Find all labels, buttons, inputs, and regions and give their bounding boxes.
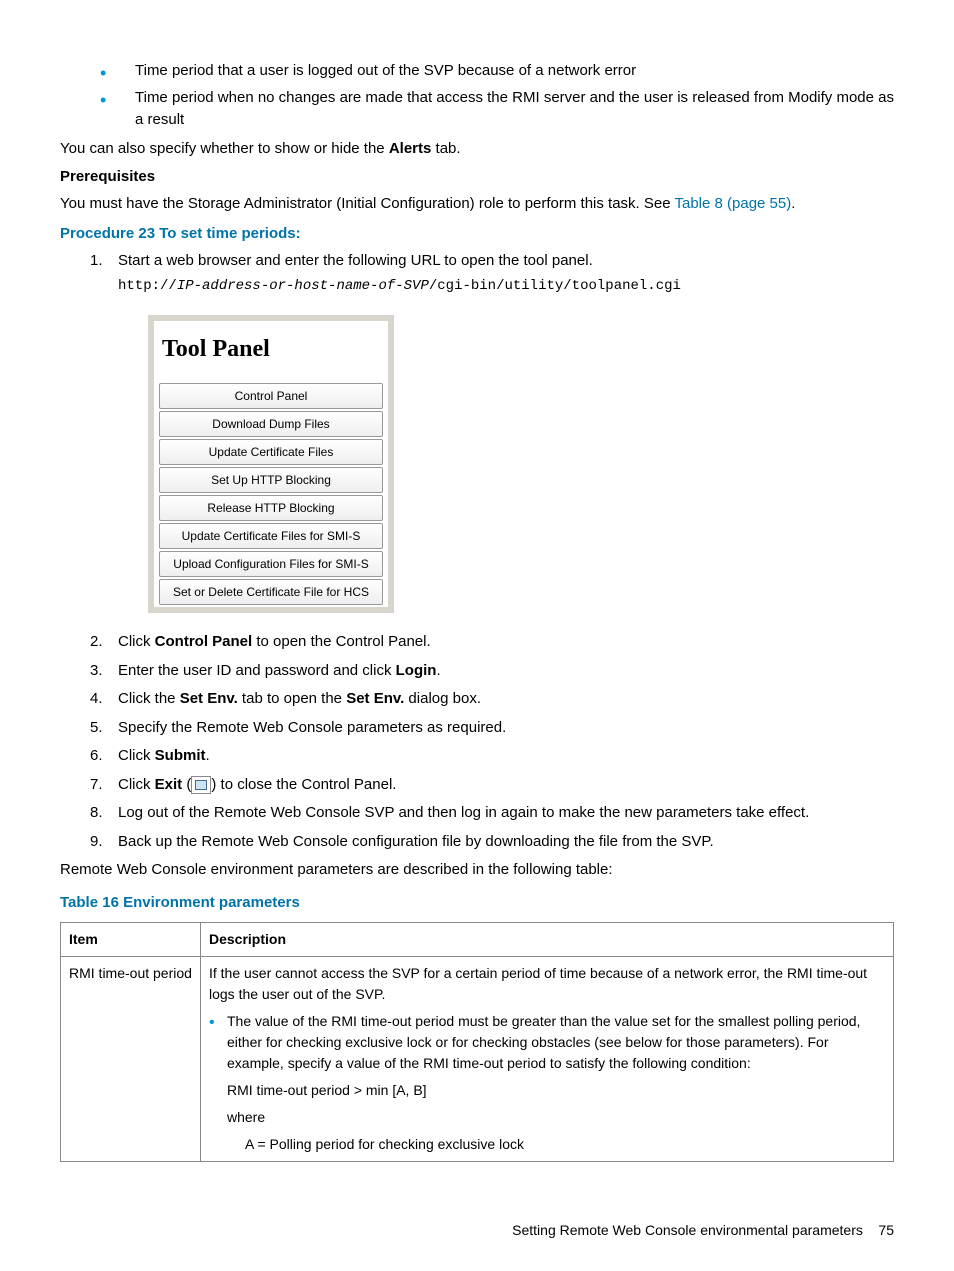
url-part: /cgi-bin/utility/toolpanel.cgi	[429, 278, 681, 294]
desc-paragraph: If the user cannot access the SVP for a …	[209, 963, 885, 1005]
procedure-heading: Procedure 23 To set time periods:	[60, 223, 894, 246]
text: Click	[118, 633, 155, 650]
procedure-steps: Start a web browser and enter the follow…	[90, 250, 894, 854]
step-text: Start a web browser and enter the follow…	[118, 252, 593, 269]
url-variable: IP-address-or-host-name-of-SVP	[177, 278, 429, 294]
tp-setup-http-button[interactable]: Set Up HTTP Blocking	[159, 467, 383, 493]
intro-paragraph: You can also specify whether to show or …	[60, 138, 894, 161]
footer-text: Setting Remote Web Console environmental…	[512, 1222, 863, 1238]
table-row: RMI time-out period If the user cannot a…	[61, 957, 894, 1162]
step-7: Click Exit ( ) to close the Control Panel…	[90, 774, 894, 797]
desc-line: RMI time-out period > min [A, B]	[227, 1080, 885, 1101]
outro-paragraph: Remote Web Console environment parameter…	[60, 859, 894, 882]
prerequisites-heading: Prerequisites	[60, 166, 894, 189]
tp-control-panel-button[interactable]: Control Panel	[159, 383, 383, 409]
prerequisites-text: You must have the Storage Administrator …	[60, 193, 894, 216]
tp-update-cert-smis-button[interactable]: Update Certificate Files for SMI-S	[159, 523, 383, 549]
col-item-header: Item	[61, 923, 201, 957]
tp-release-http-button[interactable]: Release HTTP Blocking	[159, 495, 383, 521]
step-6: Click Submit.	[90, 745, 894, 768]
text: dialog box.	[404, 690, 481, 707]
intro-bullet-list: Time period that a user is logged out of…	[100, 60, 894, 132]
step-4: Click the Set Env. tab to open the Set E…	[90, 688, 894, 711]
text: to open the Control Panel.	[252, 633, 430, 650]
bullet-item: Time period that a user is logged out of…	[100, 60, 894, 83]
url-example: http://IP-address-or-host-name-of-SVP/cg…	[118, 276, 894, 297]
text: tab.	[431, 140, 460, 157]
environment-parameters-table: Item Description RMI time-out period If …	[60, 922, 894, 1162]
step-9: Back up the Remote Web Console configura…	[90, 831, 894, 854]
text: .	[436, 662, 440, 679]
table-caption: Table 16 Environment parameters	[60, 892, 894, 915]
exit-icon	[191, 776, 211, 794]
bold: Control Panel	[155, 633, 253, 650]
bold: Submit	[155, 747, 206, 764]
tp-cert-hcs-button[interactable]: Set or Delete Certificate File for HCS	[159, 579, 383, 605]
text: Click	[118, 776, 155, 793]
text: .	[791, 195, 795, 212]
text: Click	[118, 747, 155, 764]
tp-upload-config-smis-button[interactable]: Upload Configuration Files for SMI-S	[159, 551, 383, 577]
tool-panel: Tool Panel Control Panel Download Dump F…	[148, 315, 394, 613]
alerts-bold: Alerts	[389, 140, 432, 157]
cell-description: If the user cannot access the SVP for a …	[201, 957, 894, 1162]
bold: Login	[396, 662, 437, 679]
page-footer: Setting Remote Web Console environmental…	[60, 1220, 894, 1241]
table-8-link[interactable]: Table 8 (page 55)	[674, 195, 791, 212]
text: You must have the Storage Administrator …	[60, 195, 674, 212]
step-5: Specify the Remote Web Console parameter…	[90, 717, 894, 740]
col-description-header: Description	[201, 923, 894, 957]
bullet-item: Time period when no changes are made tha…	[100, 87, 894, 132]
bold: Set Env.	[346, 690, 404, 707]
bold: Exit	[155, 776, 183, 793]
tool-panel-title: Tool Panel	[154, 321, 388, 381]
tool-panel-screenshot: Tool Panel Control Panel Download Dump F…	[148, 315, 894, 613]
desc-line: where	[227, 1107, 885, 1128]
step-3: Enter the user ID and password and click…	[90, 660, 894, 683]
desc-line: A = Polling period for checking exclusiv…	[245, 1134, 885, 1155]
text: tab to open the	[238, 690, 346, 707]
step-8: Log out of the Remote Web Console SVP an…	[90, 802, 894, 825]
desc-bullet: The value of the RMI time-out period mus…	[209, 1011, 885, 1074]
desc-bullet-list: The value of the RMI time-out period mus…	[209, 1011, 885, 1074]
step-2: Click Control Panel to open the Control …	[90, 631, 894, 654]
tp-update-cert-button[interactable]: Update Certificate Files	[159, 439, 383, 465]
text: .	[206, 747, 210, 764]
text: (	[182, 776, 191, 793]
page-number: 75	[878, 1222, 894, 1238]
text: Enter the user ID and password and click	[118, 662, 396, 679]
text: You can also specify whether to show or …	[60, 140, 389, 157]
cell-item: RMI time-out period	[61, 957, 201, 1162]
url-part: http://	[118, 278, 177, 294]
text: ) to close the Control Panel.	[211, 776, 396, 793]
step-1: Start a web browser and enter the follow…	[90, 250, 894, 614]
tp-download-dump-button[interactable]: Download Dump Files	[159, 411, 383, 437]
text: Click the	[118, 690, 180, 707]
bold: Set Env.	[180, 690, 238, 707]
